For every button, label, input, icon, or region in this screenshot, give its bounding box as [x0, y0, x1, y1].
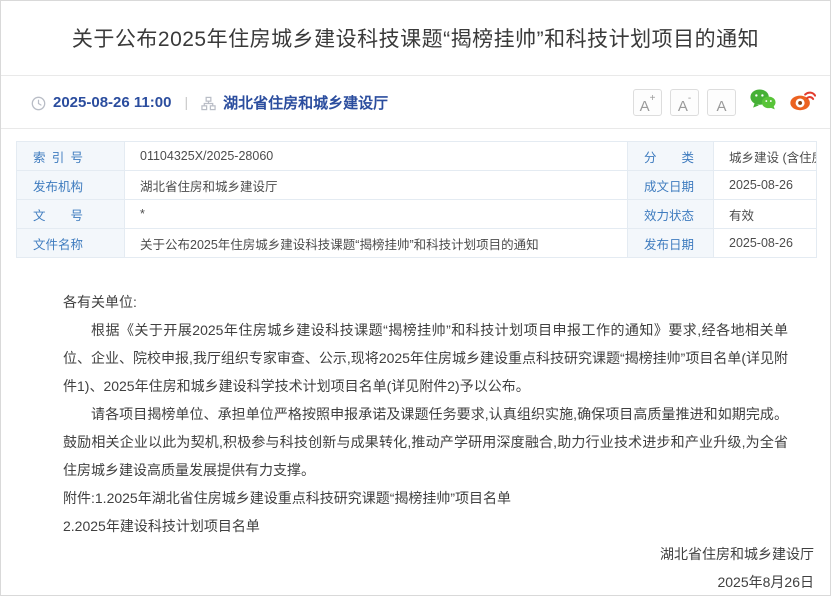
attachment-item-2: 2.2025年建设科技计划项目名单: [63, 512, 788, 540]
field-value-document-number: *: [125, 200, 628, 229]
field-label-validity-status: 效力状态: [628, 200, 714, 229]
publish-datetime: 2025-08-26 11:00: [53, 94, 171, 111]
table-row: 发布机构 湖北省住房和城乡建设厅 成文日期 2025-08-26: [17, 171, 817, 200]
field-value-validity-status: 有效: [714, 200, 817, 229]
article-body: 各有关单位: 根据《关于开展2025年住房城乡建设科技课题“揭榜挂帅”和科技计划…: [1, 258, 830, 596]
weibo-icon: [789, 88, 816, 116]
field-label-index-number: 索引号: [17, 142, 125, 171]
source-agency: 湖北省住房和城乡建设厅: [223, 92, 388, 113]
field-label-document-title: 文件名称: [17, 229, 125, 258]
clock-icon: [31, 96, 46, 111]
field-label-issuing-agency: 发布机构: [17, 171, 125, 200]
table-row: 索引号 01104325X/2025-28060 分类 城乡建设 (含住房): [17, 142, 817, 171]
wechat-icon: [749, 88, 776, 116]
field-value-category: 城乡建设 (含住房): [714, 142, 817, 171]
font-size-increase-button[interactable]: A+: [633, 89, 662, 116]
table-row: 文件名称 关于公布2025年住房城乡建设科技课题“揭榜挂帅”和科技计划项目的通知…: [17, 229, 817, 258]
field-label-category: 分类: [628, 142, 714, 171]
notice-page: 关于公布2025年住房城乡建设科技课题“揭榜挂帅”和科技计划项目的通知 2025…: [0, 0, 831, 596]
salutation: 各有关单位:: [63, 288, 788, 316]
attachments-label: 附件:: [63, 490, 95, 506]
signature-agency: 湖北省住房和城乡建设厅: [63, 540, 814, 568]
wechat-share-button[interactable]: [749, 88, 776, 116]
attachment-line-1: 附件:1.2025年湖北省住房城乡建设重点科技研究课题“揭榜挂帅”项目名单: [63, 484, 788, 512]
attachment-item-1: 1.2025年湖北省住房城乡建设重点科技研究课题“揭榜挂帅”项目名单: [95, 490, 511, 506]
meta-separator: |: [184, 94, 188, 110]
weibo-share-button[interactable]: [789, 88, 816, 116]
page-title: 关于公布2025年住房城乡建设科技课题“揭榜挂帅”和科技计划项目的通知: [72, 23, 759, 53]
field-label-document-number: 文号: [17, 200, 125, 229]
font-size-decrease-button[interactable]: A-: [670, 89, 699, 116]
field-label-written-date: 成文日期: [628, 171, 714, 200]
toolbar: A+ A- A: [625, 88, 816, 116]
title-area: 关于公布2025年住房城乡建设科技课题“揭榜挂帅”和科技计划项目的通知: [1, 1, 830, 76]
meta-bar: 2025-08-26 11:00 | 湖北省住房和城乡建设厅 A+ A- A: [1, 76, 830, 129]
field-value-index-number: 01104325X/2025-28060: [125, 142, 628, 171]
font-size-reset-button[interactable]: A: [707, 89, 736, 116]
document-info-table: 索引号 01104325X/2025-28060 分类 城乡建设 (含住房) 发…: [16, 141, 817, 258]
field-value-written-date: 2025-08-26: [714, 171, 817, 200]
field-label-publish-date: 发布日期: [628, 229, 714, 258]
signature-date: 2025年8月26日: [63, 568, 814, 596]
field-value-document-title: 关于公布2025年住房城乡建设科技课题“揭榜挂帅”和科技计划项目的通知: [125, 229, 628, 258]
sitemap-icon: [201, 96, 216, 111]
field-value-publish-date: 2025-08-26: [714, 229, 817, 258]
meta-info: 2025-08-26 11:00 | 湖北省住房和城乡建设厅: [31, 92, 388, 113]
table-row: 文号 * 效力状态 有效: [17, 200, 817, 229]
paragraph-1: 根据《关于开展2025年住房城乡建设科技课题“揭榜挂帅”和科技计划项目申报工作的…: [63, 316, 788, 400]
paragraph-2: 请各项目揭榜单位、承担单位严格按照申报承诺及课题任务要求,认真组织实施,确保项目…: [63, 400, 788, 484]
field-value-issuing-agency: 湖北省住房和城乡建设厅: [125, 171, 628, 200]
